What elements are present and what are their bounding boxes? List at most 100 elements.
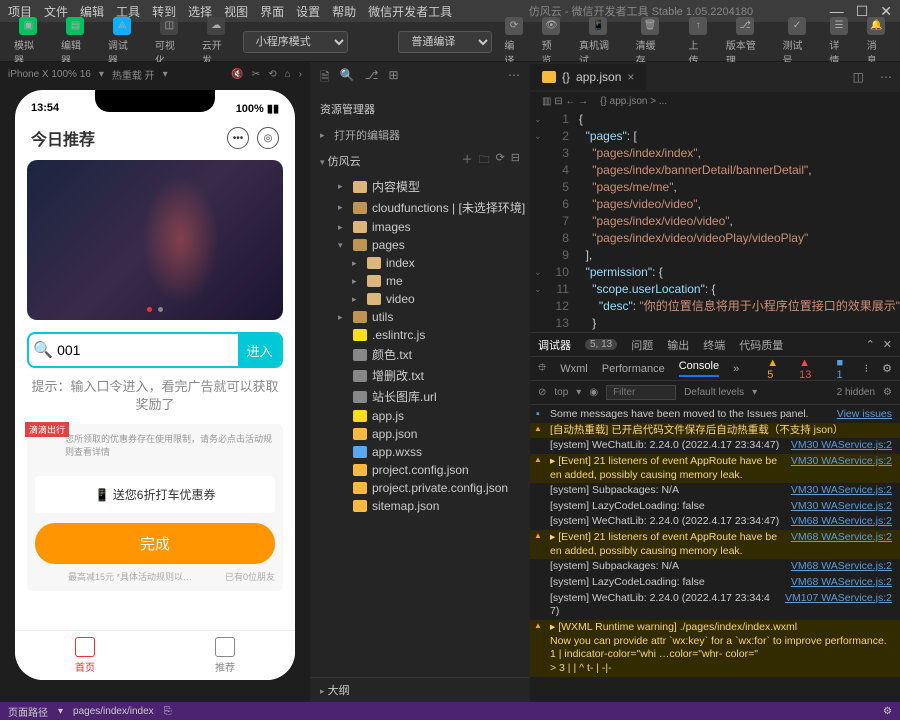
dt-more-tabs[interactable]: » [733, 363, 739, 375]
tree-item[interactable]: app.wxss [310, 443, 530, 461]
tree-item[interactable]: 颜色.txt [310, 344, 530, 365]
tree-item[interactable]: ▸images [310, 218, 530, 236]
log-source-link[interactable]: VM68 WAService.js:2 [783, 576, 892, 590]
tree-item[interactable]: 增删改.txt [310, 365, 530, 386]
outline-section[interactable]: ▸ 大纲 [310, 677, 530, 702]
more-icon[interactable]: ⋯ [508, 68, 520, 89]
dt-close-icon[interactable]: ✕ [883, 338, 892, 351]
close-tab-icon[interactable]: × [627, 70, 634, 84]
split-icon[interactable]: ◫ [845, 70, 872, 84]
tree-item[interactable]: project.config.json [310, 461, 530, 479]
gear-icon[interactable]: ⚙ [883, 387, 892, 398]
tree-item[interactable]: ▸video [310, 290, 530, 308]
tree-item[interactable]: ▸index [310, 254, 530, 272]
visual-button[interactable]: ◫可视化 [149, 15, 190, 69]
upload-button[interactable]: ↑上传 [683, 15, 714, 69]
tree-item[interactable]: sitemap.json [310, 497, 530, 515]
preview-button[interactable]: 👁预览 [536, 15, 567, 69]
breadcrumb[interactable]: ▥ ⊟ ← → {} app.json > ... [530, 92, 900, 111]
code-editor[interactable]: ⌄⌄⌄⌄ 12345678910111213 { "pages": [ "pag… [530, 111, 900, 332]
test-button[interactable]: ✓测试号 [776, 15, 817, 69]
remote-debug-button[interactable]: 📱真机调试 [573, 15, 624, 69]
tree-item[interactable]: ▸cloudfunctions | [未选择环境] [310, 197, 530, 218]
page-path-label[interactable]: 页面路径 [8, 704, 48, 719]
messages-button[interactable]: 🔔消息 [861, 15, 892, 69]
log-source-link[interactable]: VM68 WAService.js:2 [783, 515, 892, 529]
dt-tab-problems[interactable]: 问题 [631, 337, 653, 353]
err-count[interactable]: ▲ 13 [799, 357, 822, 381]
cut-icon[interactable]: ✂ [252, 69, 260, 80]
levels-select[interactable]: Default levels [684, 387, 744, 398]
tree-item[interactable]: 站长图库.url [310, 386, 530, 407]
tree-item[interactable]: ▸utils [310, 308, 530, 326]
code-input[interactable] [57, 334, 238, 366]
details-button[interactable]: ☰详情 [823, 15, 854, 69]
log-source-link[interactable]: VM30 WAService.js:2 [783, 484, 892, 498]
compile-button[interactable]: ⟳编译 [498, 15, 529, 69]
tab-home[interactable]: 首页 [15, 631, 155, 680]
version-button[interactable]: ⎇版本管理 [720, 15, 771, 69]
dt-tab-output[interactable]: 输出 [667, 337, 689, 353]
tree-item[interactable]: app.json [310, 425, 530, 443]
capsule-close-icon[interactable]: ◎ [257, 127, 279, 149]
menu-item[interactable]: 帮助 [332, 3, 356, 20]
menu-item[interactable]: 界面 [260, 3, 284, 20]
settings-icon[interactable]: ⚙ [883, 706, 892, 717]
new-folder-icon[interactable]: 🗀 [479, 151, 490, 170]
element-picker-icon[interactable]: ⯐ [538, 359, 546, 378]
menu-item[interactable]: 设置 [296, 3, 320, 20]
gear-icon[interactable]: ⚙ [882, 362, 892, 375]
menu-item[interactable]: 微信开发者工具 [368, 3, 452, 20]
mute-icon[interactable]: 🔇 [231, 69, 243, 80]
tree-item[interactable]: ▾pages [310, 236, 530, 254]
cloud-button[interactable]: ☁云开发 [196, 15, 237, 69]
dt-tab-quality[interactable]: 代码质量 [739, 337, 783, 353]
enter-button[interactable]: 进入 [238, 334, 281, 366]
files-icon[interactable]: 🗎 [320, 68, 330, 89]
editor-button[interactable]: ▤编辑器 [55, 15, 96, 69]
hot-reload[interactable]: 热重载 开 [112, 67, 155, 82]
log-source-link[interactable]: VM30 WAService.js:2 [783, 439, 892, 453]
log-source-link[interactable]: VM30 WAService.js:2 [783, 455, 892, 482]
home-icon[interactable]: ⌂ [285, 69, 291, 80]
search-icon[interactable]: 🔍 [340, 68, 355, 89]
open-editors[interactable]: ▸打开的编辑器 [310, 123, 530, 147]
tree-item[interactable]: app.js [310, 407, 530, 425]
dt-sub-wxml[interactable]: Wxml [560, 363, 588, 375]
more-icon[interactable]: ⋯ [872, 70, 900, 84]
simulator-button[interactable]: ▣模拟器 [8, 15, 49, 69]
debugger-button[interactable]: ⟁调试器 [102, 15, 143, 69]
dt-sub-console[interactable]: Console [679, 360, 719, 377]
tree-item[interactable]: ▸内容模型 [310, 176, 530, 197]
copy-icon[interactable]: ⎘ [164, 706, 172, 717]
log-source-link[interactable]: VM107 WAService.js:2 [777, 592, 892, 619]
dt-tab-debugger[interactable]: 调试器 [538, 337, 571, 353]
filter-input[interactable] [606, 385, 676, 400]
project-root[interactable]: ▾ 仿风云 ＋ 🗀 ⟳ ⊟ [310, 147, 530, 174]
new-file-icon[interactable]: ＋ [462, 151, 473, 170]
tree-item[interactable]: project.private.config.json [310, 479, 530, 497]
collapse-icon[interactable]: ⊟ [511, 151, 520, 170]
ext-icon[interactable]: ⊞ [388, 68, 398, 89]
device-select[interactable]: iPhone X 100% 16 [8, 69, 91, 80]
editor-tab[interactable]: {} app.json × [530, 64, 647, 90]
done-button[interactable]: 完成 [35, 523, 275, 564]
tree-item[interactable]: ▸me [310, 272, 530, 290]
page-path-value[interactable]: pages/index/index [73, 706, 154, 717]
dt-sub-performance[interactable]: Performance [602, 363, 665, 375]
tab-recommend[interactable]: 推荐 [155, 631, 295, 680]
clear-cache-button[interactable]: 🗑清缓存 [630, 15, 671, 69]
console-output[interactable]: Some messages have been moved to the Iss… [530, 405, 900, 702]
branch-icon[interactable]: ⎇ [365, 68, 379, 89]
dt-tab-terminal[interactable]: 终端 [703, 337, 725, 353]
compile-select[interactable]: 普通编译 [398, 31, 492, 53]
log-source-link[interactable]: VM30 WAService.js:2 [783, 500, 892, 514]
banner-image[interactable] [27, 160, 283, 320]
log-source-link[interactable]: VM68 WAService.js:2 [783, 560, 892, 574]
capsule-menu-icon[interactable]: ••• [227, 127, 249, 149]
rotate-icon[interactable]: ⟲ [268, 69, 276, 80]
dt-up-icon[interactable]: ⌃ [866, 338, 875, 351]
context-select[interactable]: top [554, 387, 568, 398]
info-count[interactable]: ■ 1 [837, 357, 851, 381]
tree-item[interactable]: .eslintrc.js [310, 326, 530, 344]
